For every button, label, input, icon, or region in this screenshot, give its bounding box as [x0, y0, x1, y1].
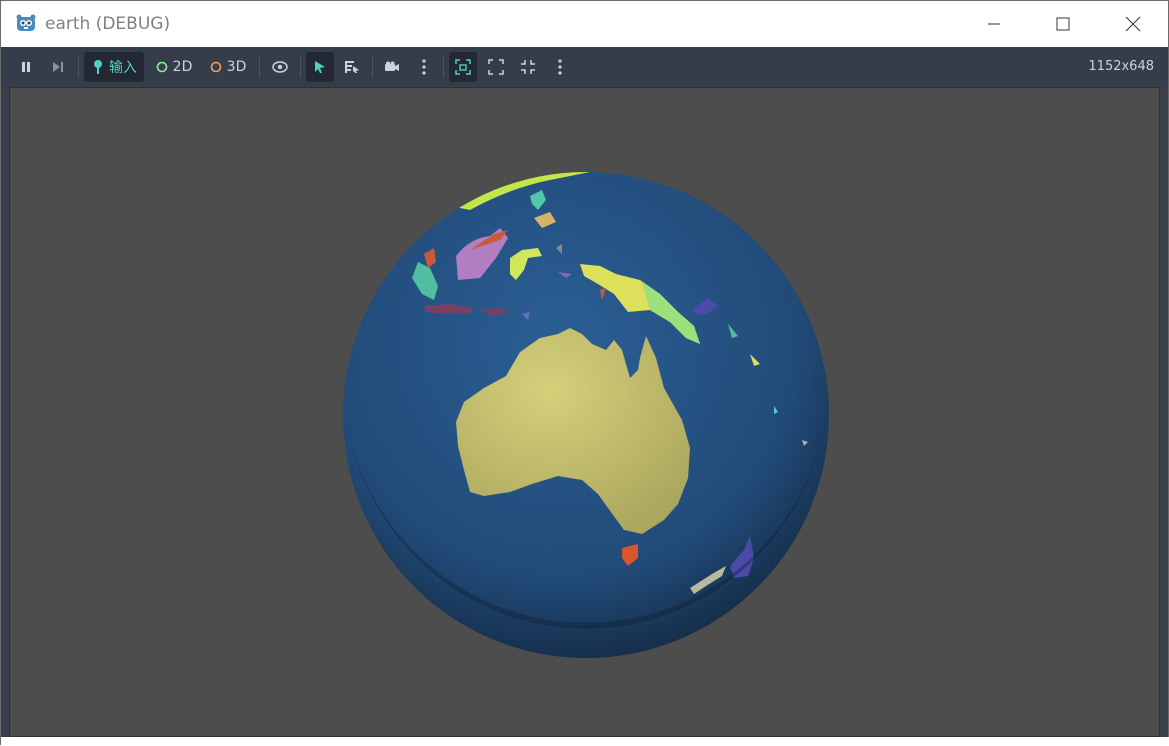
- input-button[interactable]: 输入: [84, 52, 144, 82]
- pause-button[interactable]: [13, 52, 39, 82]
- input-label: 输入: [109, 60, 137, 76]
- game-viewport[interactable]: [9, 87, 1160, 737]
- mode-3d-label: 3D: [226, 59, 247, 75]
- fit-button[interactable]: [482, 52, 510, 82]
- embed-window-icon: [455, 59, 471, 75]
- kebab-menu-icon: [558, 59, 562, 75]
- minimize-icon: [988, 23, 1000, 25]
- mode-2d-label: 2D: [172, 59, 193, 75]
- toolbar-separator: [300, 56, 301, 78]
- toolbar-separator: [372, 56, 373, 78]
- minimize-button[interactable]: [959, 1, 1029, 47]
- close-button[interactable]: [1098, 1, 1168, 47]
- maximize-button[interactable]: [1028, 1, 1098, 47]
- node3d-icon: [210, 61, 221, 73]
- node2d-icon: [156, 61, 167, 73]
- eye-icon: [272, 61, 288, 73]
- toolbar-separator: [78, 56, 79, 78]
- cursor-arrow-icon: [315, 61, 325, 73]
- debug-toolbar: 输入 2D 3D 1152x648: [1, 47, 1168, 87]
- toolbar-separator: [259, 56, 260, 78]
- list-select-button[interactable]: [338, 52, 366, 82]
- fullscreen-shrink-icon: [521, 60, 535, 74]
- close-icon: [1125, 16, 1141, 32]
- game-window: earth (DEBUG) 输入 2D 3D 1152x648: [0, 0, 1169, 746]
- camera-menu-button[interactable]: [411, 52, 437, 82]
- shrink-button[interactable]: [514, 52, 542, 82]
- joystick-icon: [94, 60, 102, 74]
- select-button[interactable]: [306, 52, 334, 82]
- fullscreen-expand-icon: [488, 59, 504, 75]
- toolbar-separator: [443, 56, 444, 78]
- embed-button[interactable]: [449, 52, 477, 82]
- title-bar[interactable]: earth (DEBUG): [1, 1, 1168, 47]
- camera-icon: [385, 61, 399, 71]
- visibility-button[interactable]: [266, 52, 294, 82]
- kebab-menu-icon: [422, 59, 426, 75]
- list-select-icon: [345, 61, 359, 73]
- pause-icon: [22, 62, 30, 72]
- embed-menu-button[interactable]: [547, 52, 573, 82]
- globe-render: [343, 172, 829, 658]
- maximize-icon: [1056, 17, 1070, 31]
- resolution-label: 1152x648: [1088, 59, 1154, 74]
- next-frame-icon: [53, 62, 63, 72]
- next-frame-button[interactable]: [45, 52, 71, 82]
- mode-3d-button[interactable]: 3D: [205, 52, 251, 82]
- godot-icon: [16, 14, 36, 31]
- camera-button[interactable]: [378, 52, 406, 82]
- mode-2d-button[interactable]: 2D: [151, 52, 197, 82]
- window-title: earth (DEBUG): [45, 14, 171, 34]
